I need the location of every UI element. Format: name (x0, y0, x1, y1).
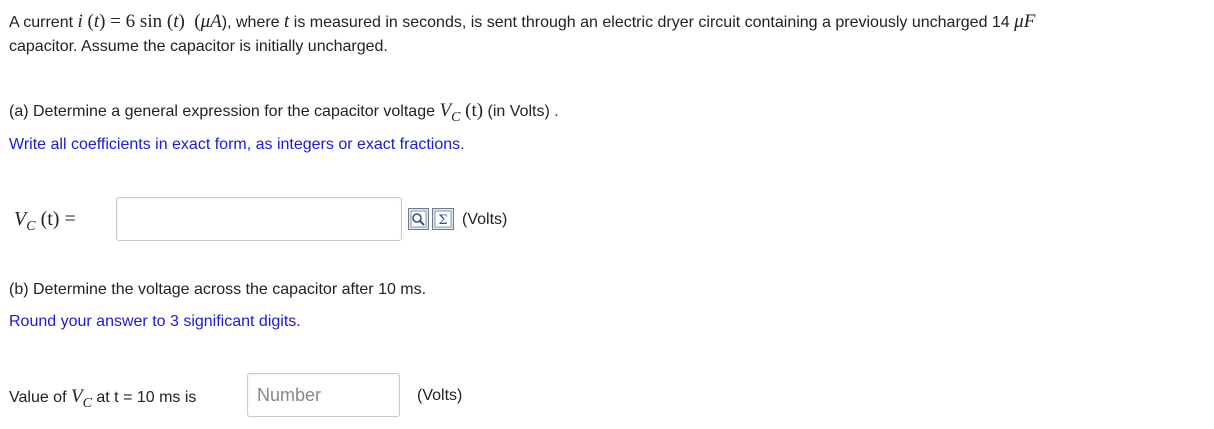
problem-statement-line-1: A current i (t) = 6 sin (t) (μA), where … (9, 11, 1035, 33)
part-b-prompt: (b) Determine the voltage across the cap… (9, 281, 427, 298)
equation-editor-icon[interactable]: Σ (432, 208, 454, 230)
part-a-hint: Write all coefficients in exact form, as… (9, 136, 465, 153)
vc-argument: (t) (465, 100, 484, 121)
current-expression: i (t) = 6 sin (t) (μA (77, 11, 222, 32)
current-amplitude: 6 sin (125, 11, 163, 32)
answer-label-v: V (14, 208, 27, 230)
vc-number-input[interactable] (248, 374, 399, 416)
vc-expression-field-container (116, 197, 402, 241)
part-b-answer-label: Value of VC at t = 10 ms is (9, 386, 197, 411)
label-prefix: Value of (9, 389, 67, 406)
label-v: V (70, 386, 83, 407)
time-variable: t (284, 11, 290, 32)
label-suffix: at t = 10 ms is (96, 389, 197, 406)
part-a-prompt-suffix: (in Volts) . (487, 103, 559, 120)
vc-expression-input[interactable] (117, 198, 401, 240)
answer-label-rest: (t) = (40, 208, 76, 230)
svg-text:Σ: Σ (438, 213, 447, 228)
vc-symbol: VC (70, 386, 92, 411)
current-unit: μA (200, 11, 222, 32)
vc-subscript: C (451, 110, 461, 125)
part-a-answer-label: VC (t) = (14, 208, 76, 234)
intro-prefix: A current (9, 14, 74, 31)
preview-icon[interactable] (408, 208, 429, 230)
time-symbol: t (93, 11, 100, 32)
part-b-units: (Volts) (417, 387, 463, 404)
part-b-hint: Round your answer to 3 significant digit… (9, 313, 301, 330)
label-subscript: C (82, 396, 92, 411)
answer-label-subscript: C (26, 219, 36, 234)
intro-line-2: capacitor. Assume the capacitor is initi… (9, 38, 388, 55)
vc-expression: VC (t) (439, 100, 484, 125)
vc-number-field-container (247, 373, 400, 417)
part-a-prompt-text: (a) Determine a general expression for t… (9, 103, 435, 120)
problem-statement-line-2: capacitor. Assume the capacitor is initi… (9, 38, 388, 56)
vc-letter: V (439, 100, 452, 121)
intro-middle: ), where (221, 14, 280, 31)
part-a-prompt: (a) Determine a general expression for t… (9, 100, 559, 125)
part-a-units: (Volts) (462, 211, 508, 228)
intro-description: is measured in seconds, is sent through … (293, 14, 1010, 31)
current-symbol: i (77, 11, 83, 32)
capacitance-unit: μF (1014, 11, 1036, 32)
